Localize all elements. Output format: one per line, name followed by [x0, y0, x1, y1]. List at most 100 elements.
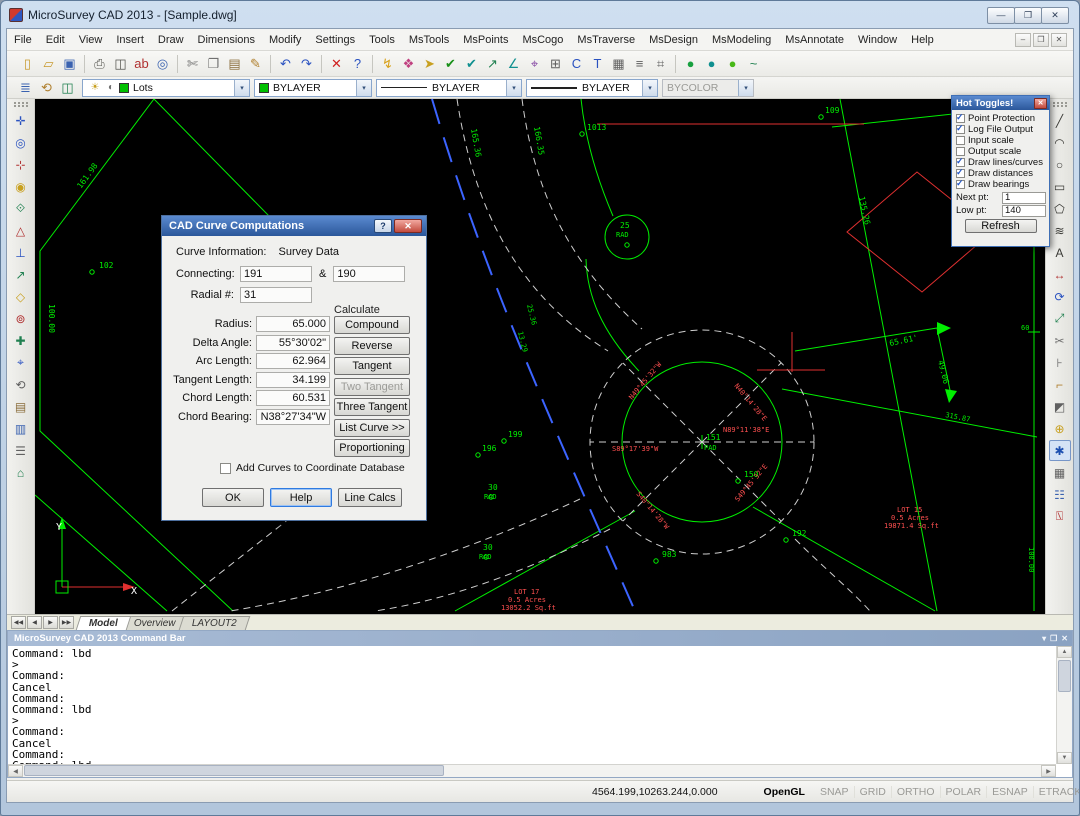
circle-green-icon[interactable]: ● [680, 53, 701, 74]
list-curve-button[interactable]: List Curve >> [334, 419, 410, 437]
tab-model[interactable]: Model [76, 616, 131, 630]
layer-states-icon[interactable]: ☷ [1049, 484, 1071, 505]
status-toggle-snap[interactable]: SNAP [815, 786, 855, 798]
ms-bearing-icon[interactable]: ↗ [482, 53, 503, 74]
help-button[interactable]: Help [270, 488, 332, 507]
menu-msmodeling[interactable]: MsModeling [705, 29, 778, 51]
match-properties-icon[interactable]: ✎ [245, 53, 266, 74]
layer-previous-icon[interactable]: ⟲ [36, 77, 57, 98]
draw-arc-icon[interactable]: ◠ [1049, 132, 1071, 153]
status-toggle-esnap[interactable]: ESNAP [987, 786, 1034, 798]
new-drawing-icon[interactable]: ▯ [17, 53, 38, 74]
command-bar-close-icon[interactable]: ✕ [1061, 634, 1068, 643]
snap-nearest-icon[interactable]: ⌖ [10, 352, 32, 373]
ms-text-icon[interactable]: T [587, 53, 608, 74]
menu-mspoints[interactable]: MsPoints [456, 29, 515, 51]
lineweight-combo[interactable]: BYLAYER ▾ [526, 79, 658, 97]
osnap-icon[interactable]: ⊕ [1049, 418, 1071, 439]
ms-lightning-icon[interactable]: ↯ [377, 53, 398, 74]
ms-marker-icon[interactable]: ➤ [419, 53, 440, 74]
three-tangent-button[interactable]: Three Tangent [334, 398, 410, 416]
title-bar[interactable]: MicroSurvey CAD 2013 - [Sample.dwg] — ❐ … [7, 4, 1073, 26]
status-toggle-grid[interactable]: GRID [855, 786, 892, 798]
ms-traverse-icon[interactable]: ⌖ [524, 53, 545, 74]
toggle-checkbox[interactable] [956, 114, 965, 123]
spelling-icon[interactable]: ab [131, 53, 152, 74]
ms-table-icon[interactable]: ▦ [608, 53, 629, 74]
cut-icon[interactable]: ✄ [182, 53, 203, 74]
menu-help[interactable]: Help [904, 29, 941, 51]
toolbar-grip[interactable] [14, 102, 28, 107]
draw-spline-icon[interactable]: ≋ [1049, 220, 1071, 241]
reverse-button[interactable]: Reverse [334, 337, 410, 355]
curve-field-value[interactable]: 62.964 [256, 353, 330, 369]
ms-label-icon[interactable]: ⌗ [650, 53, 671, 74]
menu-modify[interactable]: Modify [262, 29, 308, 51]
menu-window[interactable]: Window [851, 29, 904, 51]
draw-rectangle-icon[interactable]: ▭ [1049, 176, 1071, 197]
toggle-row[interactable]: Point Protection [952, 113, 1049, 124]
named-views-icon[interactable]: ▤ [10, 396, 32, 417]
save-icon[interactable]: ▣ [59, 53, 80, 74]
menu-mscogo[interactable]: MsCogo [515, 29, 570, 51]
snap-endpoint-icon[interactable]: ⊹ [10, 154, 32, 175]
ms-annotate-icon[interactable]: ≡ [629, 53, 650, 74]
tab-first-icon[interactable]: ◀◀ [11, 616, 26, 629]
snap-insert-icon[interactable]: ✚ [10, 330, 32, 351]
ok-button[interactable]: OK [202, 488, 264, 507]
tab-prev-icon[interactable]: ◀ [27, 616, 42, 629]
open-icon[interactable]: ▱ [38, 53, 59, 74]
tangent-button[interactable]: Tangent [334, 357, 410, 375]
toggle-checkbox[interactable] [956, 136, 965, 145]
rotate-icon[interactable]: ⟳ [1049, 286, 1071, 307]
command-bar-dock-icon[interactable]: ❐ [1050, 634, 1057, 643]
mdi-close-button[interactable]: ✕ [1051, 33, 1067, 47]
menu-edit[interactable]: Edit [39, 29, 72, 51]
layer-combo[interactable]: ☀ ◐ Lots ▾ [82, 79, 250, 97]
paste-icon[interactable]: ▤ [224, 53, 245, 74]
help-icon[interactable]: ? [347, 53, 368, 74]
toggle-checkbox[interactable] [956, 158, 965, 167]
radial-field[interactable]: 31 [240, 287, 312, 303]
connect-icon[interactable]: ~ [743, 53, 764, 74]
scroll-down-icon[interactable]: ▼ [1057, 752, 1072, 764]
circle-lime-icon[interactable]: ● [722, 53, 743, 74]
ms-check-green-icon[interactable]: ✔ [440, 53, 461, 74]
connecting-from-field[interactable]: 191 [240, 266, 312, 282]
color-combo-arrow-icon[interactable]: ▾ [356, 80, 371, 96]
draw-circle-icon[interactable]: ○ [1049, 154, 1071, 175]
palette-close-icon[interactable]: ✕ [1034, 98, 1047, 109]
layer-explore-icon[interactable]: ◫ [57, 77, 78, 98]
lineweight-combo-arrow-icon[interactable]: ▾ [642, 80, 657, 96]
dialog-title-bar[interactable]: CAD Curve Computations ? ✕ [162, 216, 426, 236]
grid-display-icon[interactable]: ▦ [1049, 462, 1071, 483]
hscroll-thumb[interactable] [24, 765, 444, 776]
circle-teal-icon[interactable]: ● [701, 53, 722, 74]
menu-mstraverse[interactable]: MsTraverse [570, 29, 642, 51]
redo-icon[interactable]: ↷ [296, 53, 317, 74]
move-icon[interactable]: ↔ [1049, 264, 1071, 285]
home-view-icon[interactable]: ⌂ [10, 462, 32, 483]
toggle-row[interactable]: Draw lines/curves [952, 157, 1049, 168]
print-icon[interactable]: ⎙ [89, 53, 110, 74]
layer-combo-arrow-icon[interactable]: ▾ [234, 80, 249, 96]
menu-msannotate[interactable]: MsAnnotate [778, 29, 851, 51]
layers-manager-icon[interactable]: ≣ [15, 77, 36, 98]
mdi-minimize-button[interactable]: – [1015, 33, 1031, 47]
refresh-button[interactable]: Refresh [965, 219, 1037, 233]
curve-field-value[interactable]: N38°27'34"W [256, 409, 330, 425]
proportioning-button[interactable]: Proportioning [334, 439, 410, 457]
status-toggle-ortho[interactable]: ORTHO [892, 786, 941, 798]
menu-insert[interactable]: Insert [109, 29, 151, 51]
tab-layout2[interactable]: LAYOUT2 [178, 616, 249, 630]
undo-icon[interactable]: ↶ [275, 53, 296, 74]
menu-draw[interactable]: Draw [151, 29, 191, 51]
properties-panel-icon[interactable]: ☰ [10, 440, 32, 461]
fillet-icon[interactable]: ⌐ [1049, 374, 1071, 395]
menu-settings[interactable]: Settings [308, 29, 362, 51]
hatch-icon[interactable]: ◩ [1049, 396, 1071, 417]
toggle-row[interactable]: Output scale [952, 146, 1049, 157]
scroll-up-icon[interactable]: ▲ [1057, 646, 1072, 658]
curve-field-value[interactable]: 65.000 [256, 316, 330, 332]
command-history[interactable]: Command: lbd>Command:CancelCommand:Comma… [8, 646, 1056, 764]
